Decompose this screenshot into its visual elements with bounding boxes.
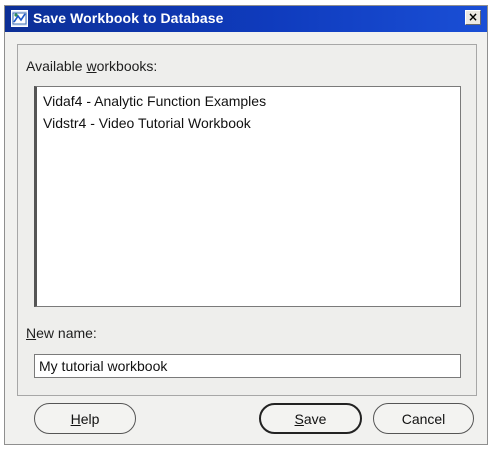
- list-item[interactable]: Vidstr4 - Video Tutorial Workbook: [43, 115, 251, 131]
- help-button[interactable]: Help: [34, 403, 136, 434]
- close-button[interactable]: ×: [465, 10, 481, 25]
- new-name-input[interactable]: [34, 354, 461, 378]
- workbooks-list[interactable]: Vidaf4 - Analytic Function Examples Vids…: [34, 86, 461, 307]
- new-name-label: New name:: [26, 325, 97, 341]
- list-item[interactable]: Vidaf4 - Analytic Function Examples: [43, 93, 266, 109]
- cancel-button[interactable]: Cancel: [373, 403, 474, 434]
- save-button[interactable]: Save: [259, 403, 362, 434]
- content-panel: Available workbooks: Vidaf4 - Analytic F…: [17, 44, 477, 396]
- close-icon: ×: [467, 10, 479, 24]
- available-workbooks-label: Available workbooks:: [26, 58, 158, 74]
- excel-database-icon: [11, 10, 28, 27]
- save-workbook-dialog: Save Workbook to Database × Available wo…: [4, 5, 488, 445]
- title-bar[interactable]: Save Workbook to Database ×: [5, 6, 487, 32]
- window-title: Save Workbook to Database: [33, 10, 224, 26]
